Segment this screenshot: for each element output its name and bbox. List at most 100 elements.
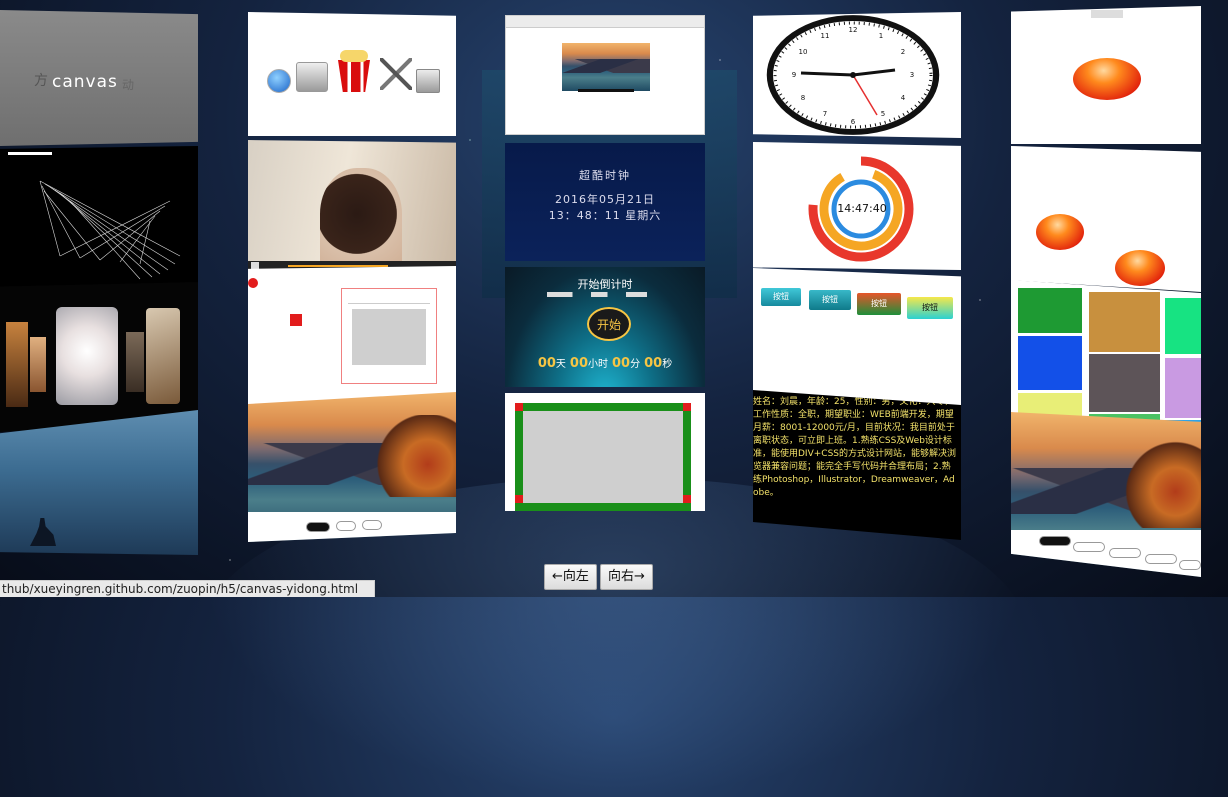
resume-text-block: 姓名：刘晨，年龄：25，性别：男，文化：大专，工作性质：全职，期望职业：WEB前… — [753, 397, 956, 498]
grid-lavender[interactable] — [1165, 358, 1201, 418]
right-slider-dot-4[interactable] — [1145, 554, 1177, 564]
slider-dot-2[interactable] — [336, 521, 356, 531]
autumn-trees — [362, 414, 456, 497]
green-frame — [515, 403, 691, 511]
card-lake-slider-right[interactable] — [1011, 412, 1201, 577]
slider-dot-3[interactable] — [362, 520, 382, 530]
gallery-photo-3 — [56, 307, 118, 405]
card-analog-clock[interactable]: 12 1 2 3 4 5 6 7 8 9 10 11 — [753, 12, 961, 138]
clock-num-5: 5 — [881, 110, 885, 118]
form-content — [352, 309, 426, 365]
countdown-minutes: 00 — [612, 356, 631, 371]
preview-icon[interactable] — [416, 69, 440, 93]
countdown-readout: 00 天 00 小时 00 分 00 秒 — [505, 355, 705, 371]
right-slider-dot-5[interactable] — [1179, 560, 1201, 570]
card-lake-slider[interactable] — [248, 392, 456, 542]
start-button-label: 开始 — [596, 318, 621, 332]
card-two-balls[interactable] — [1011, 146, 1201, 292]
safari-icon[interactable] — [267, 69, 291, 93]
corner-br — [683, 495, 691, 503]
cool-clock-time: 13：48：11 星期六 — [548, 209, 662, 222]
clock-num-11: 11 — [821, 32, 830, 40]
autumn-trees-right — [1115, 436, 1201, 528]
browser-photo — [562, 43, 650, 91]
countdown-hours-unit: 小时 — [588, 359, 608, 370]
video-progress[interactable] — [288, 265, 388, 267]
clock-num-8: 8 — [801, 94, 805, 102]
start-button[interactable]: 开始 — [587, 307, 631, 341]
corner-tr — [683, 403, 691, 411]
right-slider-dot-1[interactable] — [1039, 536, 1071, 546]
form-panel — [341, 288, 437, 384]
ball-small — [1036, 214, 1084, 250]
clock-num-9: 9 — [792, 71, 796, 79]
right-slider-dot-2[interactable] — [1073, 542, 1105, 552]
play-button-icon[interactable] — [251, 262, 259, 269]
clock-num-6: 6 — [851, 118, 856, 126]
grid-gold[interactable] — [1089, 292, 1160, 352]
card-green-frame[interactable] — [505, 393, 705, 511]
css-button-4-label: 按钮 — [922, 303, 938, 312]
card-ring-clock[interactable]: 14:47:40 — [753, 142, 961, 270]
browser-photo-mountain — [562, 59, 650, 73]
grid-mint[interactable] — [1165, 298, 1201, 354]
date-inputs-row[interactable] — [547, 292, 663, 297]
css-button-1[interactable]: 按钮 — [761, 288, 801, 306]
tools-icon[interactable] — [380, 58, 412, 90]
gallery-photo-4 — [126, 332, 144, 392]
corner-tl — [515, 403, 523, 411]
ball-large — [1115, 250, 1165, 286]
card-cool-clock[interactable]: 超酷时钟 2016年05月21日 13：48：11 星期六 — [505, 143, 705, 261]
countdown-hours: 00 — [569, 356, 588, 371]
countdown-seconds-unit: 秒 — [662, 359, 673, 370]
countdown-seconds: 00 — [644, 356, 663, 371]
countdown-days-unit: 天 — [555, 359, 566, 370]
css-button-4[interactable]: 按钮 — [907, 297, 953, 319]
analog-clock-face: 12 1 2 3 4 5 6 7 8 9 10 11 — [766, 15, 940, 135]
video-person — [320, 168, 402, 270]
card-countdown[interactable]: 开始倒计时 开始 00 天 00 小时 00 分 00 秒 — [505, 267, 705, 387]
card-css-buttons[interactable]: 按钮 按钮 按钮 按钮 — [753, 268, 961, 408]
card-app-icons[interactable] — [248, 12, 456, 136]
grid-green[interactable] — [1018, 288, 1082, 333]
slider-dot-1[interactable] — [306, 522, 330, 532]
clock-num-12: 12 — [849, 26, 858, 34]
card-video-player[interactable] — [248, 140, 456, 270]
string-art-graphic — [39, 180, 181, 280]
card-red-ball[interactable] — [1011, 6, 1201, 144]
gallery-photo-2 — [30, 337, 46, 392]
clock-num-3: 3 — [910, 71, 914, 79]
nav-right-button[interactable]: 向右→ — [600, 564, 653, 590]
card-cat-gallery[interactable] — [0, 282, 198, 432]
card-resume-text[interactable]: 姓名：刘晨，年龄：25，性别：男，文化：大专，工作性质：全职，期望职业：WEB前… — [753, 390, 961, 540]
canvas-ghost-right: 动 — [122, 78, 135, 92]
countdown-minutes-unit: 分 — [630, 359, 641, 370]
card-browser-window[interactable] — [505, 15, 705, 135]
clock-num-10: 10 — [799, 48, 808, 56]
card-line-art[interactable] — [0, 146, 198, 292]
clock-num-4: 4 — [901, 94, 906, 102]
top-toggle[interactable] — [1091, 10, 1123, 18]
red-square[interactable] — [290, 314, 302, 326]
nav-left-button[interactable]: ←向左 — [544, 564, 597, 590]
cool-clock-date: 2016年05月21日 — [555, 193, 655, 206]
right-slider-dot-3[interactable] — [1109, 548, 1141, 558]
browser-pager[interactable] — [578, 89, 634, 92]
countdown-days: 00 — [537, 356, 556, 371]
clock-num-1: 1 — [879, 32, 883, 40]
css-button-2[interactable]: 按钮 — [809, 290, 851, 310]
tab-row[interactable] — [348, 297, 430, 304]
card-canvas-title[interactable]: 方 canvas 动 — [0, 10, 198, 146]
grid-blue[interactable] — [1018, 336, 1082, 390]
clock-num-2: 2 — [901, 48, 905, 56]
card-red-square-demo[interactable] — [248, 266, 456, 408]
ring-clock-time: 14:47:40 — [837, 202, 887, 215]
finder-icon[interactable] — [296, 62, 328, 92]
countdown-title: 开始倒计时 — [577, 278, 633, 291]
css-button-3[interactable]: 按钮 — [857, 293, 901, 315]
corner-bl — [515, 495, 523, 503]
card-wolf-forest[interactable] — [0, 410, 198, 555]
canvas-title-text: canvas — [52, 72, 118, 92]
grid-taupe[interactable] — [1089, 354, 1160, 412]
cool-clock-title: 超酷时钟 — [579, 169, 631, 182]
